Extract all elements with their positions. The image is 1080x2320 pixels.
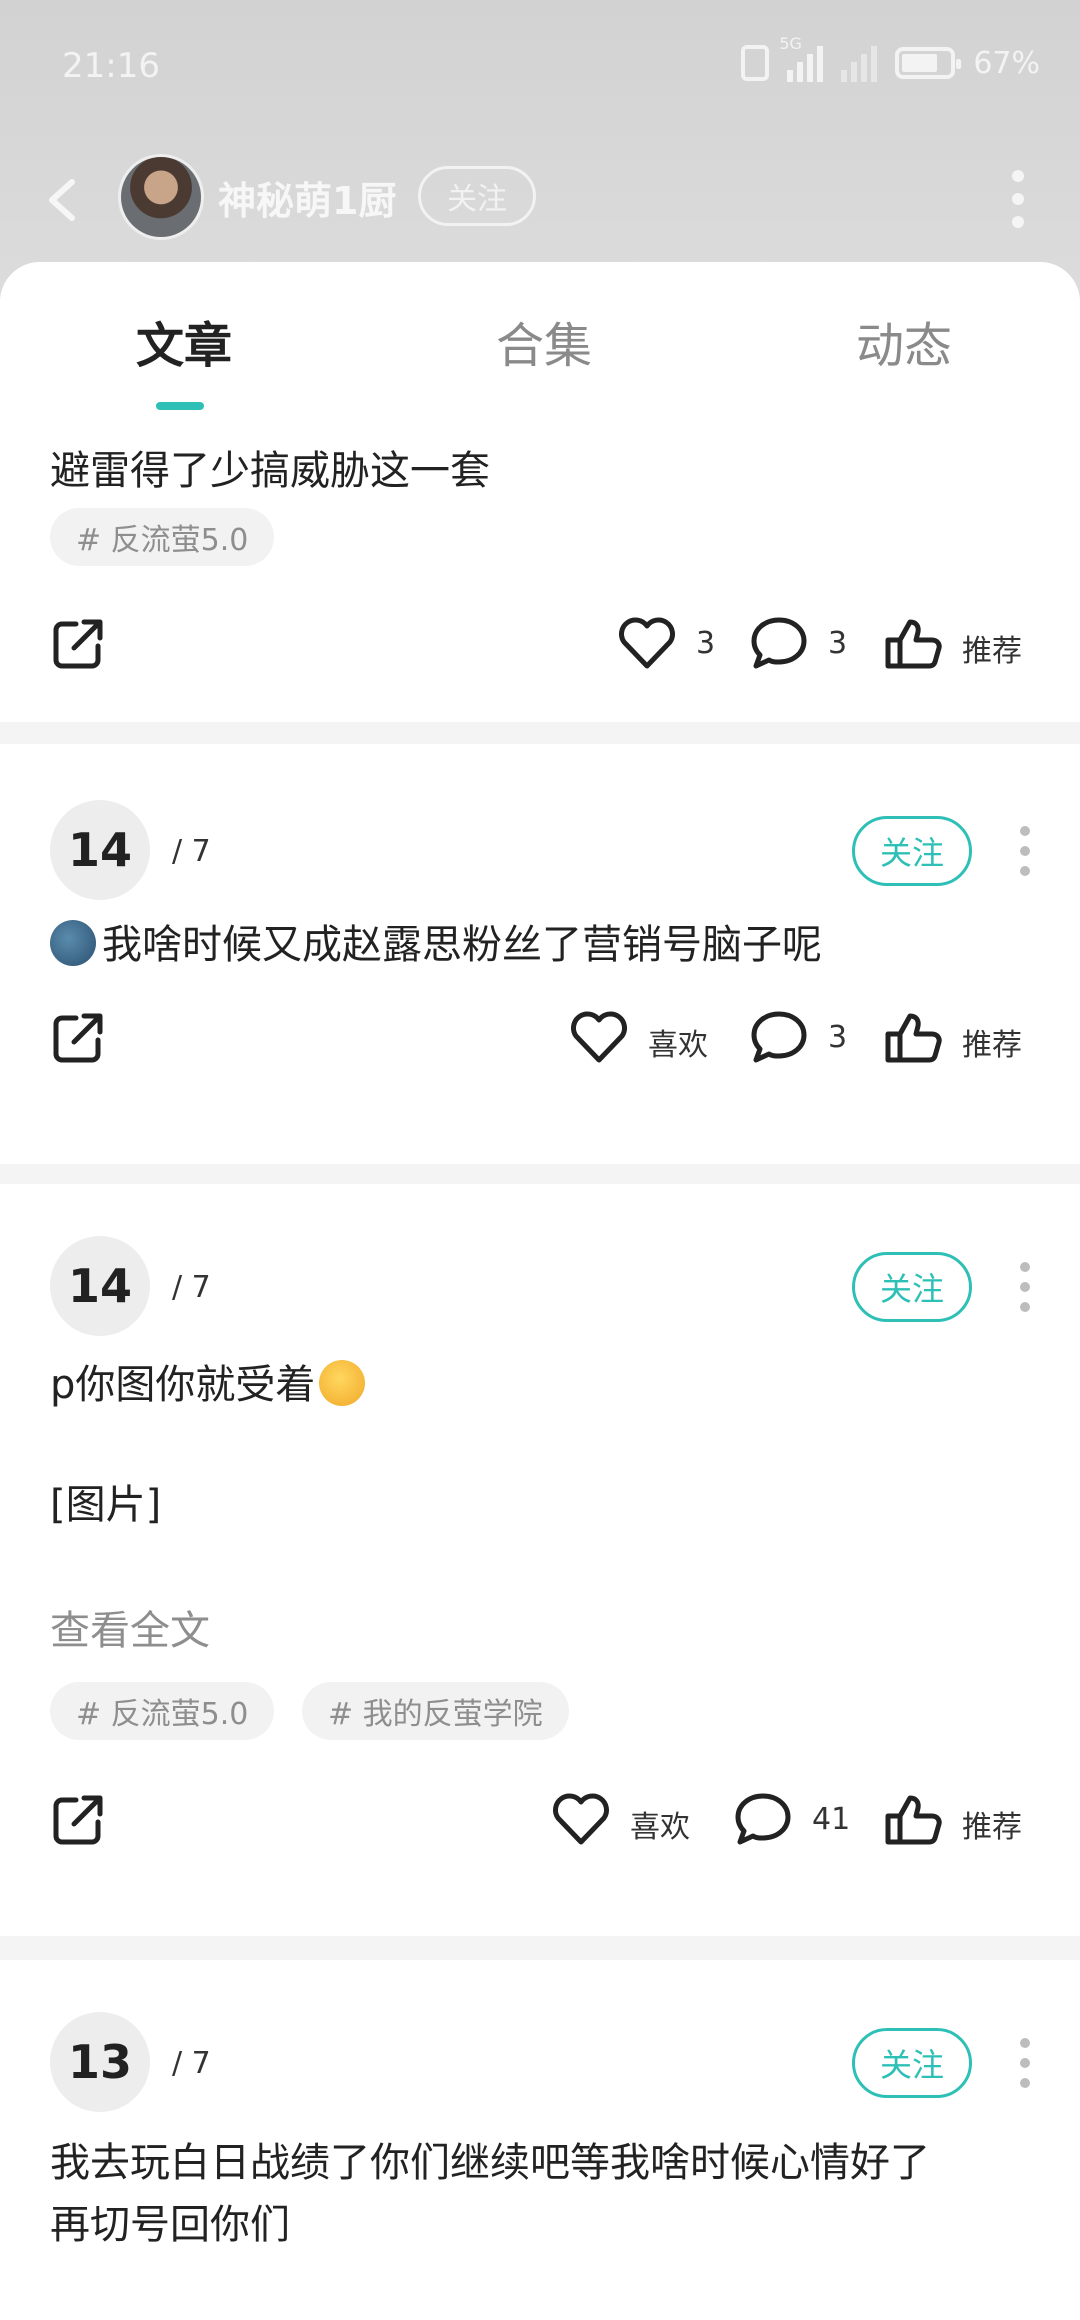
header-follow-button[interactable]: 关注 — [418, 166, 536, 226]
image-placeholder[interactable]: [图片] — [50, 1472, 161, 1530]
share-icon[interactable] — [50, 616, 106, 672]
comment-count: 3 — [828, 1020, 848, 1055]
rank-total: / 7 — [172, 2046, 211, 2081]
thumbs-up-icon[interactable] — [882, 614, 944, 672]
status-bar: 21:16 5G 67% — [0, 0, 1080, 130]
post-card[interactable]: 14 / 7 关注 p你图你就受着 [图片] 查看全文 # 反流萤5.0 # 我… — [0, 1184, 1080, 1936]
back-arrow-icon[interactable] — [44, 178, 80, 222]
post-tag[interactable]: # 反流萤5.0 — [50, 508, 275, 566]
comment-icon[interactable] — [748, 614, 810, 672]
post-more-icon[interactable] — [1018, 826, 1032, 876]
comment-icon[interactable] — [748, 1008, 810, 1066]
post-card[interactable]: 14 / 7 关注 我啥时候又成赵露思粉丝了营销号脑子呢 喜欢 3 推荐 — [0, 744, 1080, 1164]
profile-header: 神秘萌1厨 关注 — [0, 150, 1080, 250]
username[interactable]: 神秘萌1厨 — [218, 170, 396, 225]
post-card[interactable]: 避雷得了少搞威胁这一套 # 反流萤5.0 3 3 推荐 — [0, 412, 1080, 722]
laughing-emoji-icon — [319, 1360, 366, 1406]
post-text-line-2: 再切号回你们 — [50, 2202, 290, 2248]
post-actions: 3 3 推荐 — [0, 608, 1080, 678]
post-text: 避雷得了少搞威胁这一套 — [50, 448, 490, 494]
post-card[interactable]: 13 / 7 关注 我去玩白日战绩了你们继续吧等我啥时候心情好了 再切号回你们 — [0, 1960, 1080, 2320]
rank-total: / 7 — [172, 834, 211, 869]
post-tag[interactable]: # 反流萤5.0 — [50, 1682, 275, 1740]
tab-articles[interactable]: 文章 — [136, 306, 232, 376]
comment-count: 41 — [812, 1802, 851, 1837]
recommend-label[interactable]: 推荐 — [962, 626, 1022, 670]
post-text: p你图你就受着 — [50, 1362, 316, 1408]
recommend-label[interactable]: 推荐 — [962, 1020, 1022, 1064]
status-time: 21:16 — [62, 46, 160, 86]
content-sheet: 文章 合集 动态 避雷得了少搞威胁这一套 # 反流萤5.0 3 3 推荐 14 … — [0, 262, 1080, 2320]
tab-bar: 文章 合集 动态 — [0, 262, 1080, 412]
rank-total: / 7 — [172, 1270, 211, 1305]
avatar[interactable] — [118, 154, 204, 240]
heart-icon[interactable] — [568, 1008, 630, 1066]
heart-icon[interactable] — [550, 1790, 612, 1848]
comment-count: 3 — [828, 626, 848, 661]
read-more-link[interactable]: 查看全文 — [50, 1598, 210, 1656]
follow-button[interactable]: 关注 — [852, 1252, 972, 1322]
battery-icon — [895, 47, 962, 79]
battery-level: 67% — [973, 45, 1040, 81]
post-text: 我啥时候又成赵露思粉丝了营销号脑子呢 — [102, 922, 822, 968]
post-text-row: p你图你就受着 — [50, 1352, 366, 1410]
post-text-row: 我啥时候又成赵露思粉丝了营销号脑子呢 — [50, 912, 822, 970]
like-label[interactable]: 喜欢 — [648, 1020, 708, 1064]
like-count: 3 — [696, 626, 716, 661]
thumbs-up-icon[interactable] — [882, 1790, 944, 1848]
moon-emoji-icon — [50, 920, 96, 966]
post-text-line-1: 我去玩白日战绩了你们继续吧等我啥时候心情好了 — [50, 2140, 930, 2186]
signal-icon: 5G — [779, 34, 824, 82]
post-actions: 喜欢 41 推荐 — [0, 1784, 1080, 1854]
share-icon[interactable] — [50, 1792, 106, 1848]
status-icons: 5G 67% — [741, 34, 1040, 82]
post-actions: 喜欢 3 推荐 — [0, 1002, 1080, 1072]
post-more-icon[interactable] — [1018, 1262, 1032, 1312]
like-label[interactable]: 喜欢 — [630, 1802, 690, 1846]
post-more-icon[interactable] — [1018, 2038, 1032, 2088]
rank-badge: 14 — [50, 800, 150, 900]
comment-icon[interactable] — [732, 1790, 794, 1848]
signal-icon-2 — [841, 44, 878, 82]
recommend-label[interactable]: 推荐 — [962, 1802, 1022, 1846]
more-options-icon[interactable] — [1010, 170, 1026, 228]
follow-button[interactable]: 关注 — [852, 816, 972, 886]
share-icon[interactable] — [50, 1010, 106, 1066]
thumbs-up-icon[interactable] — [882, 1008, 944, 1066]
network-type: 5G — [779, 34, 802, 53]
follow-button[interactable]: 关注 — [852, 2028, 972, 2098]
tab-collections[interactable]: 合集 — [496, 306, 592, 376]
vibrate-icon — [741, 45, 770, 81]
tab-indicator — [156, 402, 204, 410]
tab-activity[interactable]: 动态 — [856, 306, 952, 376]
rank-badge: 13 — [50, 2012, 150, 2112]
heart-icon[interactable] — [616, 614, 678, 672]
post-tag[interactable]: # 我的反萤学院 — [302, 1682, 569, 1740]
rank-badge: 14 — [50, 1236, 150, 1336]
